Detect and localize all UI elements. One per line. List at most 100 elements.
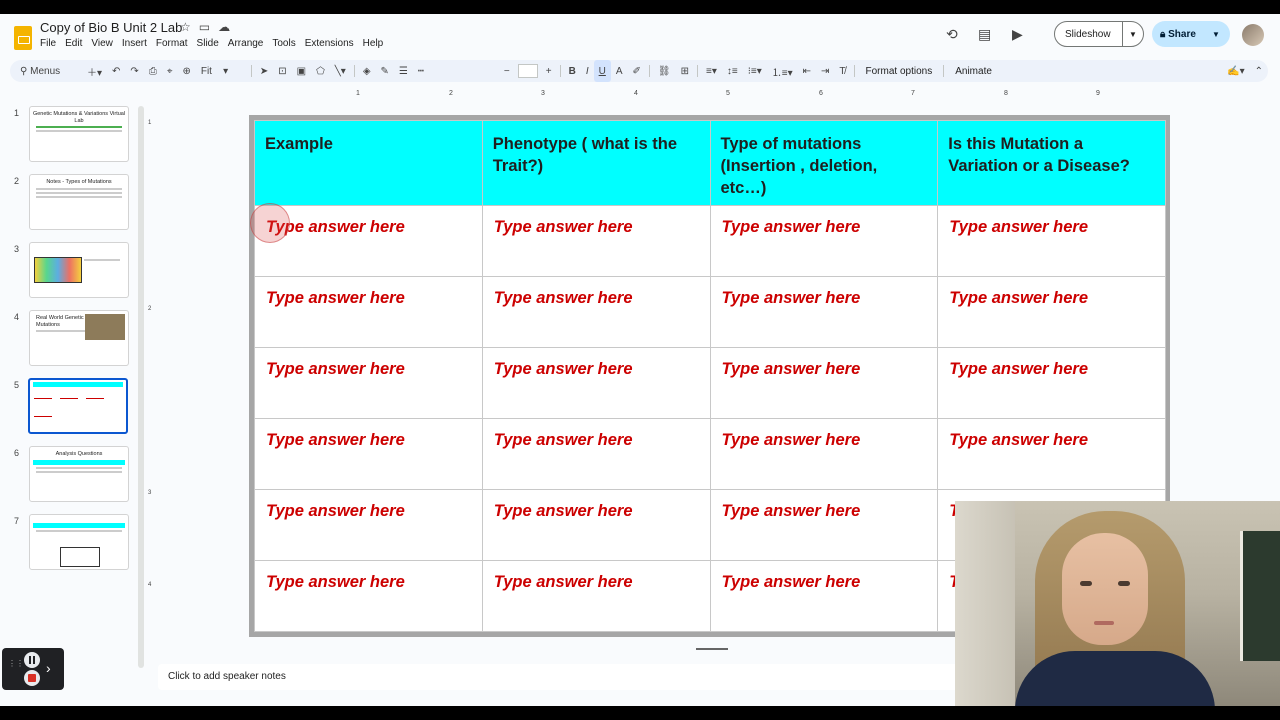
animate-button[interactable]: Animate [947,60,1000,82]
slide-thumbnail-active[interactable]: 5 [0,378,146,438]
print-icon[interactable]: ⎙ [144,60,162,82]
line-spacing-icon[interactable]: ↕≡ [722,60,743,82]
answer-cell[interactable]: Type answer here [937,205,1166,277]
menus-search[interactable]: ⚲ Menus [10,60,82,82]
border-color-icon[interactable]: ✎ [376,60,394,82]
history-icon[interactable]: ⟲ [946,26,958,43]
increase-indent-icon[interactable]: ⇥ [816,60,834,82]
answer-cell[interactable]: Type answer here [709,489,939,561]
underline-icon[interactable]: U [593,60,611,82]
align-icon[interactable]: ≡▾ [701,60,722,82]
answer-cell[interactable]: Type answer here [254,489,483,561]
meet-icon[interactable]: ▶ [1012,26,1023,43]
cloud-status-icon[interactable]: ☁ [218,20,230,34]
comments-icon[interactable]: ▤ [978,26,991,43]
collapse-toolbar-icon[interactable]: ⌃ [1250,60,1268,82]
redo-icon[interactable]: ↷ [125,60,143,82]
italic-icon[interactable]: I [581,60,594,82]
answer-cell[interactable]: Type answer here [709,347,939,419]
header-example[interactable]: Example [254,120,483,206]
header-mutation-type[interactable]: Type of mutations (Insertion , deletion,… [709,120,939,206]
stop-icon[interactable] [24,670,40,686]
numbered-list-icon[interactable]: ⒈≡▾ [767,60,798,82]
chevron-down-icon[interactable]: ▼ [1123,30,1137,39]
pen-icon[interactable]: ✍▾ [1222,60,1249,82]
drag-handle-icon[interactable]: ⋮⋮ [8,660,24,676]
undo-icon[interactable]: ↶ [107,60,125,82]
slideshow-button[interactable]: Slideshow ▼ [1054,21,1144,47]
answer-cell[interactable]: Type answer here [937,418,1166,490]
speaker-notes[interactable]: Click to add speaker notes [158,664,958,690]
comment-add-icon[interactable]: ⊞ [676,60,694,82]
highlight-icon[interactable]: ✐ [628,60,646,82]
menu-help[interactable]: Help [363,38,384,49]
canvas-scroll-handle[interactable] [696,648,728,650]
image-icon[interactable]: ▣ [292,60,311,82]
pause-icon[interactable] [24,652,40,668]
paint-format-icon[interactable]: ⌖ [162,60,178,82]
slide-thumbnail[interactable]: 3 [0,242,146,302]
chevron-down-icon[interactable]: ▼ [1212,30,1220,39]
answer-cell[interactable]: Type answer here [481,205,711,277]
answer-cell[interactable]: Type answer here [254,276,483,348]
slides-logo-icon[interactable] [14,26,32,50]
slide-thumbnail[interactable]: 4 Real World Genetic Mutations [0,310,146,370]
border-dash-icon[interactable]: ┅ [413,60,429,82]
menu-format[interactable]: Format [156,38,188,49]
chevron-right-icon[interactable]: › [46,660,51,676]
zoom-icon[interactable]: ⊕ [177,60,195,82]
text-color-icon[interactable]: A [611,60,628,82]
menu-view[interactable]: View [91,38,113,49]
header-variation-or-disease[interactable]: Is this Mutation a Variation or a Diseas… [937,120,1166,206]
answer-cell[interactable]: Type answer here [481,347,711,419]
answer-cell[interactable]: Type answer here [709,418,939,490]
answer-cell[interactable]: Type answer here [937,347,1166,419]
line-icon[interactable]: ╲▾ [330,60,351,82]
answer-cell[interactable]: Type answer here [709,205,939,277]
answer-cell[interactable]: Type answer here [937,276,1166,348]
slide-thumbnail[interactable]: 6 Analysis Questions [0,446,146,506]
answer-cell[interactable]: Type answer here [481,418,711,490]
menu-slide[interactable]: Slide [197,38,219,49]
textbox-icon[interactable]: ⊡ [273,60,291,82]
bulleted-list-icon[interactable]: ⁝≡▾ [743,60,767,82]
answer-cell[interactable]: Type answer here [254,560,483,632]
slide-thumbnail[interactable]: 1 Genetic Mutations & Variations Virtual… [0,106,146,166]
header-phenotype[interactable]: Phenotype ( what is the Trait?) [481,120,711,206]
format-options-button[interactable]: Format options [858,60,941,82]
decrease-indent-icon[interactable]: ⇤ [798,60,816,82]
avatar[interactable] [1242,24,1264,46]
move-folder-icon[interactable]: ▭ [199,20,210,34]
slide-thumbnail[interactable]: 2 Notes - Types of Mutations [0,174,146,234]
zoom-select[interactable]: Fit ▾ [196,60,248,82]
menu-file[interactable]: File [40,38,56,49]
menu-tools[interactable]: Tools [272,38,295,49]
menu-arrange[interactable]: Arrange [228,38,264,49]
border-weight-icon[interactable]: ☰ [394,60,413,82]
shape-icon[interactable]: ⬠ [311,60,330,82]
new-slide-icon[interactable]: ＋▾ [82,60,107,82]
select-icon[interactable]: ➤ [255,60,273,82]
menu-extensions[interactable]: Extensions [305,38,354,49]
share-button[interactable]: 🔒︎ Share ▼ [1152,21,1230,47]
answer-cell[interactable]: Type answer here [481,489,711,561]
answer-cell[interactable]: Type answer here [254,418,483,490]
link-icon[interactable]: ⛓ [653,60,676,82]
star-icon[interactable]: ☆ [180,20,191,34]
font-select[interactable] [429,60,499,82]
bold-icon[interactable]: B [564,60,581,82]
answer-cell[interactable]: Type answer here [709,276,939,348]
answer-cell[interactable]: Type answer here [254,347,483,419]
answer-cell[interactable]: Type answer here [481,560,711,632]
slide-thumbnail[interactable]: 7 [0,514,146,574]
font-size-input[interactable] [517,64,538,78]
answer-cell[interactable]: Type answer here [481,276,711,348]
clear-formatting-icon[interactable]: T̸ [834,60,850,82]
filmstrip-scrollbar[interactable] [138,106,144,668]
font-size-down-icon[interactable]: − [499,60,515,82]
menu-edit[interactable]: Edit [65,38,82,49]
fill-color-icon[interactable]: ◈ [358,60,376,82]
menu-insert[interactable]: Insert [122,38,147,49]
answer-cell[interactable]: Type answer here [709,560,939,632]
document-title[interactable]: Copy of Bio B Unit 2 Lab [40,20,182,35]
